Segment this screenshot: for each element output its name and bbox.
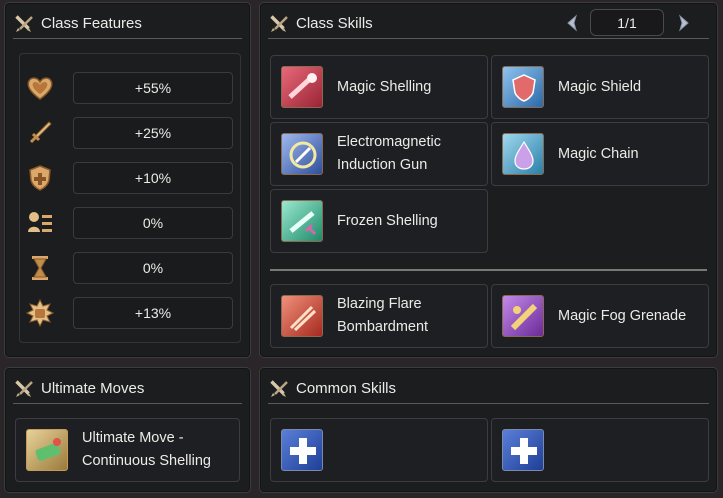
class-features-title: Class Features xyxy=(41,15,142,32)
class-features-panel: Class Features +55% +25% +10% 0% 0% +13% xyxy=(4,2,251,358)
skill-name-line2: Bombardment xyxy=(337,319,429,335)
skill-name: Ultimate Move - Continuous Shelling xyxy=(82,427,211,473)
stat-row-support: 0% xyxy=(23,206,233,240)
fist-burst-icon xyxy=(23,296,57,330)
skill-card-frozen-shelling[interactable]: Frozen Shelling xyxy=(270,189,488,253)
shield-cross-icon xyxy=(23,161,57,195)
common-skills-title: Common Skills xyxy=(296,380,397,397)
chevron-left-icon xyxy=(567,14,577,32)
crossed-swords-icon xyxy=(268,13,290,35)
hourglass-icon xyxy=(23,251,57,285)
stat-row-cooldown: 0% xyxy=(23,251,233,285)
stat-value-burst: +13% xyxy=(73,297,233,329)
skill-card-em-gun[interactable]: Electromagnetic Induction Gun xyxy=(270,122,488,186)
ultimate-moves-title: Ultimate Moves xyxy=(41,380,145,397)
skill-name-line1: Blazing Flare xyxy=(337,296,422,312)
next-page-button[interactable] xyxy=(674,13,694,33)
skill-card-magic-shield[interactable]: Magic Shield xyxy=(491,55,709,119)
class-features-header: Class Features xyxy=(13,9,242,39)
common-skills-panel: Common Skills xyxy=(259,367,718,493)
skill-name: Magic Shield xyxy=(558,78,642,95)
skill-name: Magic Chain xyxy=(558,145,639,162)
blazing-flare-icon xyxy=(281,295,323,337)
stat-value-health: +55% xyxy=(73,72,233,104)
stat-row-defense: +10% xyxy=(23,161,233,195)
stat-value-defense: +10% xyxy=(73,162,233,194)
skills-divider xyxy=(270,269,707,271)
ultimate-move-card[interactable]: Ultimate Move - Continuous Shelling xyxy=(15,418,240,482)
heart-icon xyxy=(23,71,57,105)
sword-icon xyxy=(23,116,57,150)
magic-shield-icon xyxy=(502,66,544,108)
em-gun-icon xyxy=(281,133,323,175)
add-skill-icon[interactable] xyxy=(281,429,323,471)
skill-card-magic-shelling[interactable]: Magic Shelling xyxy=(270,55,488,119)
stat-value-support: 0% xyxy=(73,207,233,239)
crossed-swords-icon xyxy=(13,378,35,400)
ultimate-shelling-icon xyxy=(26,429,68,471)
skill-name-line1: Electromagnetic xyxy=(337,134,441,150)
common-skill-slot-1[interactable] xyxy=(270,418,488,482)
skill-card-fog-grenade[interactable]: Magic Fog Grenade xyxy=(491,284,709,348)
class-skills-title: Class Skills xyxy=(296,15,373,32)
skill-name: Frozen Shelling xyxy=(337,212,438,229)
ultimate-moves-panel: Ultimate Moves Ultimate Move - Continuous… xyxy=(4,367,251,493)
stat-value-attack: +25% xyxy=(73,117,233,149)
skill-name: Magic Shelling xyxy=(337,78,432,95)
skill-name-line1: Ultimate Move - xyxy=(82,430,184,446)
list-person-icon xyxy=(23,206,57,240)
stat-value-cooldown: 0% xyxy=(73,252,233,284)
magic-chain-icon xyxy=(502,133,544,175)
stat-row-health: +55% xyxy=(23,71,233,105)
skill-name-line2: Continuous Shelling xyxy=(82,453,211,469)
chevron-right-icon xyxy=(679,14,689,32)
skill-card-magic-chain[interactable]: Magic Chain xyxy=(491,122,709,186)
ultimate-moves-header: Ultimate Moves xyxy=(13,374,242,404)
common-skill-slot-2[interactable] xyxy=(491,418,709,482)
stat-row-attack: +25% xyxy=(23,116,233,150)
stat-row-burst: +13% xyxy=(23,296,233,330)
prev-page-button[interactable] xyxy=(562,13,582,33)
crossed-swords-icon xyxy=(13,13,35,35)
skill-card-blazing-flare[interactable]: Blazing Flare Bombardment xyxy=(270,284,488,348)
common-skills-header: Common Skills xyxy=(268,374,709,404)
skill-name: Electromagnetic Induction Gun xyxy=(337,131,441,177)
frozen-shelling-icon xyxy=(281,200,323,242)
fog-grenade-icon xyxy=(502,295,544,337)
crossed-swords-icon xyxy=(268,378,290,400)
skill-name-line2: Induction Gun xyxy=(337,157,428,173)
skill-name: Magic Fog Grenade xyxy=(558,307,687,324)
skill-name: Blazing Flare Bombardment xyxy=(337,293,428,339)
page-indicator: 1/1 xyxy=(590,9,664,36)
add-skill-icon[interactable] xyxy=(502,429,544,471)
magic-shelling-icon xyxy=(281,66,323,108)
class-skills-panel: Class Skills 1/1 Magic Shelling Magic Sh… xyxy=(259,2,718,358)
